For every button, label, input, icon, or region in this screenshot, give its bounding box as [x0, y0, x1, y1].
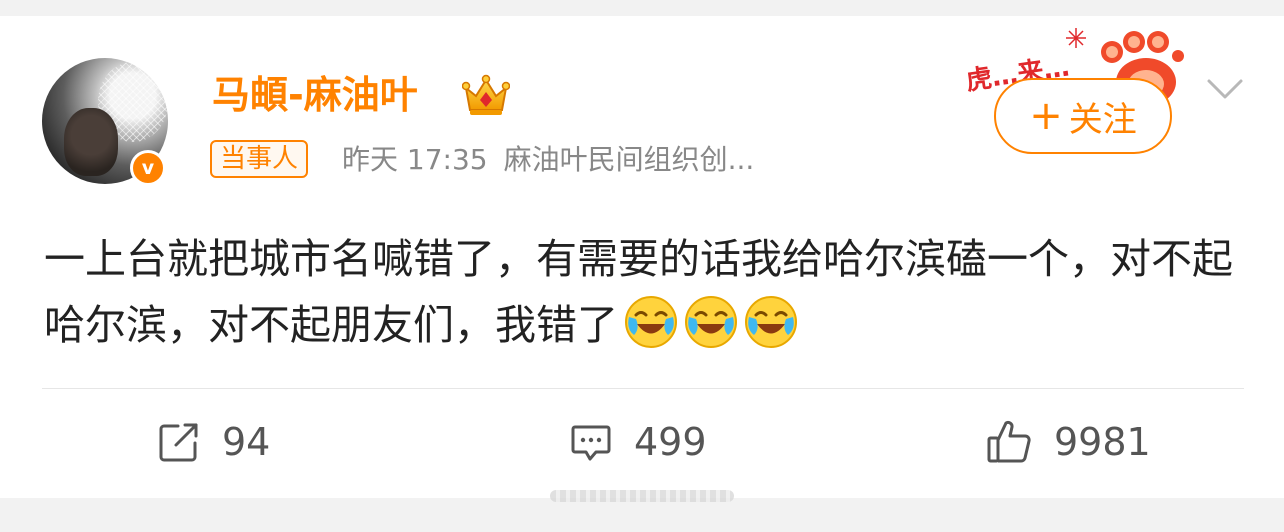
comment-icon — [571, 425, 611, 461]
divider — [42, 388, 1244, 389]
status-badge: 当事人 — [210, 140, 309, 178]
like-count: 9981 — [1054, 420, 1151, 464]
like-button[interactable]: 9981 — [986, 418, 1151, 466]
verified-letter: v — [141, 157, 155, 179]
post-source[interactable]: 麻油叶民间组织创... — [504, 143, 755, 176]
author-name[interactable]: 马頔-麻油叶 — [212, 72, 418, 118]
comment-count: 499 — [634, 420, 707, 464]
avatar-face — [64, 108, 118, 176]
laugh-cry-emoji-icon — [625, 296, 677, 348]
post-content: 一上台就把城市名喊错了，有需要的话我给哈尔滨磕一个，对不起哈尔滨，对不起朋友们，… — [44, 226, 1234, 358]
verified-icon: v — [130, 150, 166, 186]
share-icon — [159, 423, 198, 462]
chevron-down-icon[interactable] — [1206, 76, 1244, 102]
bottom-bar — [0, 498, 1284, 532]
comment-button[interactable]: 499 — [570, 418, 707, 466]
laugh-cry-emoji-icon — [685, 296, 737, 348]
share-count: 94 — [222, 420, 271, 464]
follow-button[interactable]: + 关注 — [994, 78, 1172, 154]
follow-label: 关注 — [1068, 99, 1137, 140]
home-indicator — [550, 490, 734, 502]
crown-icon[interactable] — [462, 74, 510, 118]
laugh-cry-emoji-icon — [745, 296, 797, 348]
post-time: 昨天 17:35 — [342, 143, 488, 176]
plus-icon: + — [1029, 93, 1063, 139]
sparkle-icon — [1066, 28, 1086, 48]
post-meta: 昨天 17:35 麻油叶民间组织创... — [342, 140, 754, 180]
share-button[interactable]: 94 — [158, 418, 270, 466]
thumbs-up-icon — [987, 420, 1031, 463]
